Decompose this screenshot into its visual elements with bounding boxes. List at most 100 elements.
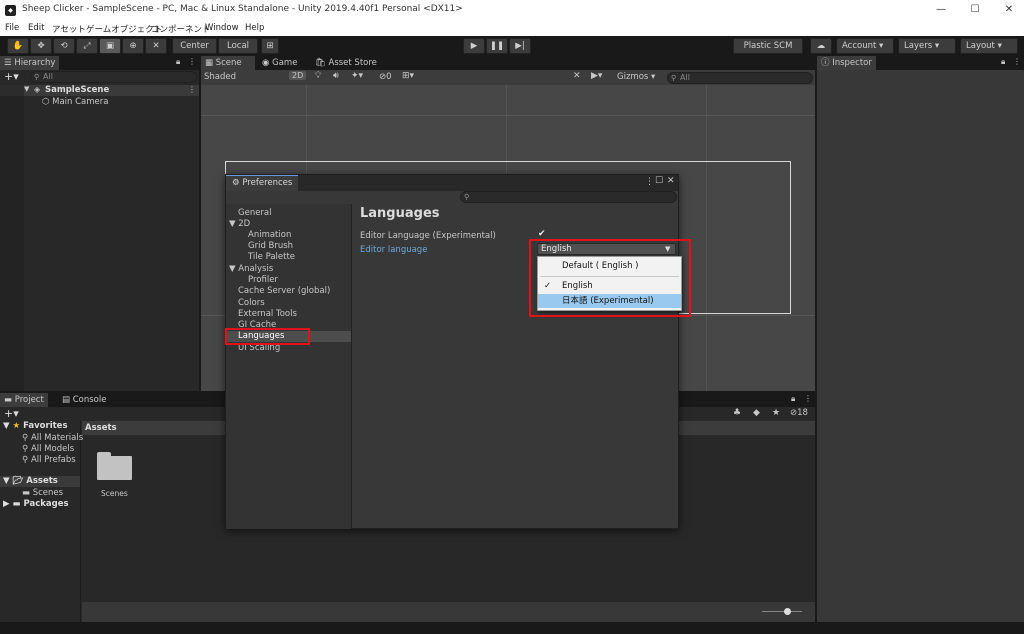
tab-game[interactable]: ◉ Game [258, 56, 301, 70]
menu-window[interactable]: Window [205, 23, 239, 33]
list-item[interactable]: ▬ Scenes [22, 488, 63, 498]
rotate-tool-icon[interactable]: ⟲ [53, 38, 75, 54]
hierarchy-tabbar: ☰ Hierarchy 🔒︎ ⋮ [0, 56, 199, 70]
tab-inspector[interactable]: ⓘ Inspector [817, 56, 876, 70]
folder-icon[interactable] [97, 452, 133, 480]
breadcrumb-assets[interactable]: Assets [85, 423, 117, 433]
account-dropdown[interactable]: Account ▾ [836, 38, 894, 54]
maximize-icon[interactable]: ☐ [655, 176, 663, 186]
hierarchy-search-input[interactable]: ⚲ All [30, 71, 197, 83]
play-button[interactable]: ▶ [463, 38, 485, 54]
lock-icon[interactable]: 🔒︎ [176, 57, 180, 67]
tab-scene[interactable]: ▦ Scene [201, 56, 255, 70]
transform-tool-icon[interactable]: ⊕ [122, 38, 144, 54]
preferences-search-input[interactable]: ⚲ [460, 191, 677, 203]
audio-icon[interactable]: 🔊︎ [333, 71, 339, 81]
preferences-header: ⚙ Preferences ⋮ ☐ ✕ [226, 175, 678, 191]
menu-bar: File Edit アセット ゲームオブジェクト コンポーネント Window … [0, 20, 1024, 36]
list-item[interactable]: ⚲ All Models [22, 444, 74, 454]
pivot-toggle-button[interactable]: Center [172, 38, 217, 54]
sidebar-item-analysis[interactable]: ▼ Analysis [229, 264, 273, 274]
favorites-row[interactable]: ▼ ★ Favorites [3, 421, 68, 431]
close-button[interactable]: ✕ [994, 2, 1024, 18]
maximize-button[interactable]: ☐ [960, 2, 990, 18]
lock-icon[interactable]: 🔒︎ [1001, 57, 1005, 67]
sidebar-item-external-tools[interactable]: External Tools [238, 309, 297, 319]
cloud-icon[interactable]: ☁ [810, 38, 832, 54]
list-item[interactable]: ⬡ Main Camera [42, 97, 108, 107]
menu-component[interactable]: コンポーネント [151, 23, 211, 35]
effects-icon[interactable]: ✦▾ [351, 71, 363, 81]
rect-tool-icon[interactable]: ▣ [99, 38, 121, 54]
hidden-packages-icon[interactable]: ⊘18 [790, 408, 808, 418]
layout-dropdown[interactable]: Layout ▾ [960, 38, 1018, 54]
menu-help[interactable]: Help [245, 23, 264, 33]
asset-label[interactable]: Scenes [101, 489, 128, 498]
move-tool-icon[interactable]: ✥ [30, 38, 52, 54]
menu-assets[interactable]: アセット [52, 23, 86, 35]
space-toggle-button[interactable]: Local [218, 38, 258, 54]
menu-file[interactable]: File [5, 23, 19, 33]
zoom-slider-handle[interactable] [784, 608, 791, 615]
sidebar-item-2d[interactable]: ▼ 2D [229, 219, 250, 229]
packages-row[interactable]: ▶ ▬ Packages [3, 499, 69, 509]
inspector-tabbar: ⓘ Inspector 🔒︎ ⋮ [817, 56, 1024, 70]
hand-tool-icon[interactable]: ✋ [7, 38, 29, 54]
gizmos-label: Gizmos [617, 72, 649, 82]
tab-hierarchy[interactable]: ☰ Hierarchy [0, 56, 60, 70]
favorites-star-icon[interactable]: ★ [772, 408, 780, 418]
custom-tool-icon[interactable]: ✕ [145, 38, 167, 54]
project-hidden-count: 18 [797, 408, 808, 418]
kebab-menu-icon[interactable]: ⋮ [1013, 57, 1021, 66]
lighting-icon[interactable]: 💡︎ [315, 71, 321, 81]
scene-menu-icon[interactable]: ⋮ [188, 85, 196, 94]
menu-edit[interactable]: Edit [28, 23, 44, 33]
hidden-objects-icon[interactable]: ⊘0 [379, 72, 392, 82]
list-item[interactable]: ⚲ All Prefabs [22, 455, 76, 465]
expand-arrow-icon: ▼ [3, 421, 13, 431]
add-button[interactable]: +▾ [4, 70, 19, 83]
tab-asset-store[interactable]: 🛍︎ Asset Store [311, 56, 381, 70]
filter-type-icon[interactable]: ♣ [733, 408, 741, 418]
sidebar-item-cache-server[interactable]: Cache Server (global) [238, 286, 330, 296]
kebab-menu-icon[interactable]: ⋮ [804, 394, 812, 403]
folder-open-icon: 📂︎ [12, 476, 27, 486]
assets-row[interactable]: ▼ 📂︎ Assets [0, 476, 80, 487]
scene-search-input[interactable]: ⚲ All [667, 72, 813, 84]
lock-icon[interactable]: 🔒︎ [791, 394, 795, 404]
close-icon[interactable]: ✕ [667, 176, 675, 186]
minimize-button[interactable]: — [926, 2, 956, 18]
create-button[interactable]: +▾ [4, 407, 19, 420]
tools-icon[interactable]: ✕ [573, 71, 581, 81]
tab-project[interactable]: ▬ Project [0, 393, 48, 407]
sidebar-item-general[interactable]: General [238, 208, 272, 218]
step-button[interactable]: ▶| [509, 38, 531, 54]
sidebar-item-tile-palette[interactable]: Tile Palette [248, 252, 295, 262]
grid-icon[interactable]: ⊞▾ [402, 71, 414, 81]
hierarchy-gutter [0, 85, 24, 391]
expand-arrow-icon: ▼ [229, 264, 239, 274]
scene-row[interactable]: ▼ ◈ SampleScene ⋮ [0, 85, 199, 96]
list-item[interactable]: ⚲ All Materials [22, 433, 83, 443]
kebab-menu-icon[interactable]: ⋮ [188, 57, 196, 66]
pause-button[interactable]: ❚❚ [486, 38, 508, 54]
filter-label-icon[interactable]: ◆ [753, 408, 760, 418]
shading-mode-dropdown[interactable]: Shaded [204, 72, 236, 82]
sidebar-item-grid-brush[interactable]: Grid Brush [248, 241, 293, 251]
tab-preferences[interactable]: ⚙ Preferences [226, 175, 299, 191]
sidebar-item-profiler[interactable]: Profiler [248, 275, 278, 285]
layers-dropdown[interactable]: Layers ▾ [898, 38, 956, 54]
sidebar-item-animation[interactable]: Animation [248, 230, 291, 240]
snap-icon[interactable]: ⊞ [261, 38, 279, 54]
expand-arrow-icon[interactable]: ▼ [24, 85, 29, 93]
2d-toggle-button[interactable]: 2D [289, 71, 307, 80]
camera-icon[interactable]: ▶▾ [591, 71, 602, 81]
plastic-scm-button[interactable]: Plastic SCM [733, 38, 803, 54]
scale-tool-icon[interactable]: ⤢ [76, 38, 98, 54]
sidebar-item-colors[interactable]: Colors [238, 298, 265, 308]
zoom-slider-track[interactable] [762, 611, 802, 612]
experimental-checkbox[interactable]: ✔ [538, 230, 547, 239]
kebab-menu-icon[interactable]: ⋮ [645, 177, 654, 187]
gizmos-dropdown[interactable]: Gizmos ▾ [617, 72, 655, 82]
tab-console[interactable]: ▤ Console [58, 393, 110, 407]
